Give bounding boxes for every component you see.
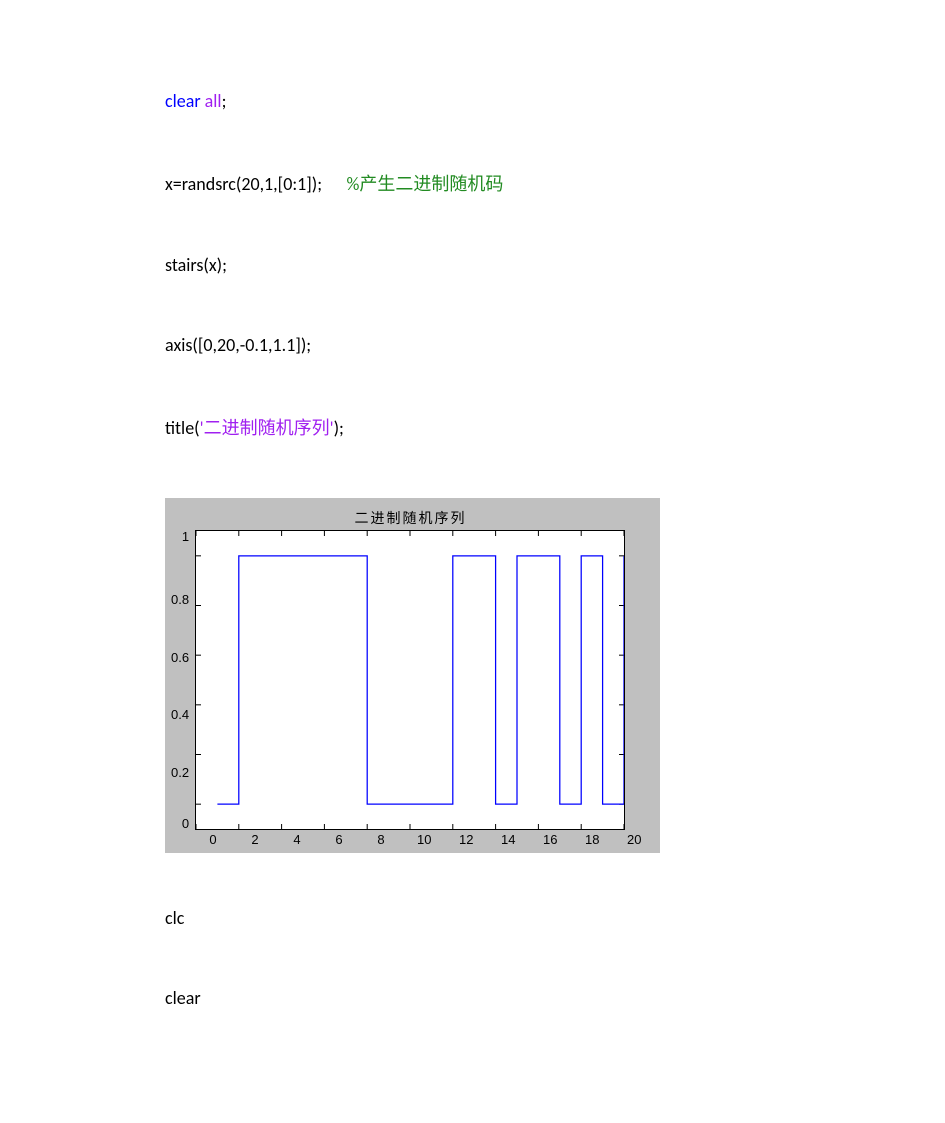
code-line-5: title('二进制随机序列');: [165, 414, 805, 440]
x-tick-label: 8: [375, 832, 387, 847]
x-tick-label: 10: [417, 832, 429, 847]
y-tick-label: 0: [182, 817, 189, 830]
signal-line: [217, 556, 624, 804]
plot-svg: [196, 531, 624, 829]
string-literal: '二进制随机序列': [200, 417, 334, 439]
x-tick-label: 18: [585, 832, 597, 847]
x-tick-label: 4: [291, 832, 303, 847]
keyword-clear: clear: [165, 90, 201, 112]
y-axis-ticks: 1 0.8 0.6 0.4 0.2 0: [171, 530, 195, 830]
x-tick-label: 12: [459, 832, 471, 847]
x-tick-label: 6: [333, 832, 345, 847]
y-tick-label: 0.4: [171, 708, 189, 721]
code-text: x=randsrc(20,1,[0:1]);: [165, 173, 346, 195]
x-tick-label: 2: [249, 832, 261, 847]
code-line-6: clc: [165, 907, 805, 929]
plot-area: [195, 530, 625, 830]
semicolon: ;: [222, 90, 227, 112]
chart-figure: 二进制随机序列 1 0.8 0.6 0.4 0.2 0 0: [165, 498, 660, 853]
code-text: title(: [165, 417, 200, 439]
y-tick-label: 0.2: [171, 766, 189, 779]
keyword-all: all: [201, 90, 222, 112]
x-tick-label: 0: [207, 832, 219, 847]
x-tick-label: 14: [501, 832, 513, 847]
y-tick-label: 0.6: [171, 651, 189, 664]
plot-wrap: 1 0.8 0.6 0.4 0.2 0: [171, 530, 650, 830]
code-line-7: clear: [165, 987, 805, 1009]
y-tick-label: 1: [182, 530, 189, 543]
y-tick-label: 0.8: [171, 593, 189, 606]
code-line-3: stairs(x);: [165, 254, 805, 276]
code-comment: %产生二进制随机码: [346, 173, 503, 195]
code-line-4: axis([0,20,-0.1,1.1]);: [165, 334, 805, 356]
chart-title: 二进制随机序列: [171, 504, 650, 530]
x-axis-ticks: 0 2 4 6 8 10 12 14 16 18 20: [207, 830, 639, 847]
x-tick-label: 20: [627, 832, 639, 847]
code-line-1: clear all;: [165, 90, 805, 112]
code-line-2: x=randsrc(20,1,[0:1]); %产生二进制随机码: [165, 170, 805, 196]
document-page: clear all; x=randsrc(20,1,[0:1]); %产生二进制…: [0, 0, 805, 1069]
x-tick-label: 16: [543, 832, 555, 847]
code-text: );: [334, 417, 344, 439]
